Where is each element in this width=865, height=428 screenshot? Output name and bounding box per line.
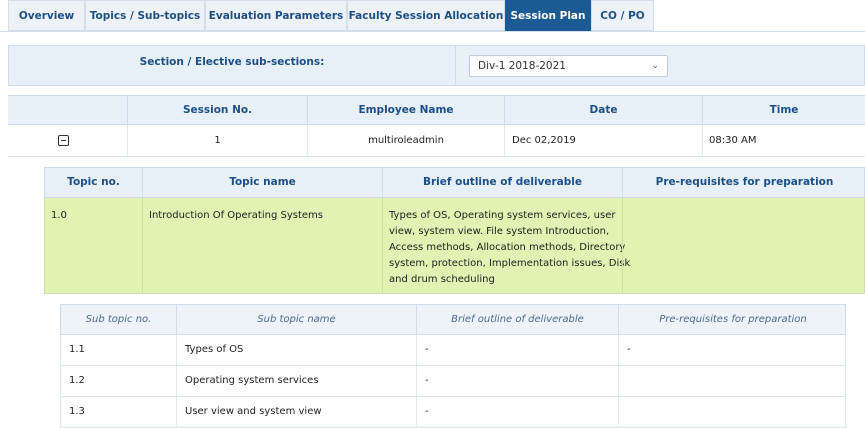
column-subtopic-prereq: Pre-requisites for preparation [618, 305, 847, 334]
subtopic-no-cell: 1.1 [69, 344, 85, 355]
subtopic-prereq-cell [618, 366, 847, 396]
tab-topics-subtopics[interactable]: Topics / Sub-topics [85, 0, 205, 31]
column-employee-name: Employee Name [307, 96, 504, 124]
tab-evaluation-parameters[interactable]: Evaluation Parameters [205, 0, 347, 31]
employee-name-cell: multiroleadmin [307, 125, 504, 156]
session-grid-header: Session No. Employee Name Date Time [8, 95, 865, 125]
column-topic-no: Topic no. [67, 176, 120, 188]
column-prerequisites: Pre-requisites for preparation [622, 168, 865, 197]
tab-bar: Overview Topics / Sub-topics Evaluation … [0, 0, 865, 31]
outline-line: system, protection, Implementation issue… [389, 258, 631, 269]
topic-name-cell: Introduction Of Operating Systems [142, 198, 382, 293]
subtopic-outline-cell: - [416, 397, 618, 427]
tab-faculty-session-allocation[interactable]: Faculty Session Allocation [347, 0, 505, 31]
section-selector-bar: Section / Elective sub-sections: Div-1 2… [8, 45, 865, 86]
section-dropdown[interactable]: Div-1 2018-2021 ⌄ [469, 55, 668, 77]
chevron-down-icon: ⌄ [651, 61, 659, 71]
section-dropdown-value: Div-1 2018-2021 [478, 60, 566, 72]
date-cell: Dec 02,2019 [504, 125, 702, 156]
outline-line: Types of OS, Operating system services, … [389, 210, 616, 221]
column-date: Date [504, 96, 702, 124]
subtopics-table-header: Sub topic no. Sub topic name Brief outli… [60, 304, 846, 335]
column-brief-outline: Brief outline of deliverable [382, 168, 622, 197]
outline-line: Access methods, Allocation methods, Dire… [389, 242, 626, 253]
subtopic-outline-cell: - [416, 335, 618, 365]
topic-outline-cell: Types of OS, Operating system services, … [382, 198, 631, 293]
section-label: Section / Elective sub-sections: [139, 56, 325, 68]
session-row[interactable]: 1 multiroleadmin Dec 02,2019 08:30 AM [8, 125, 865, 157]
column-subtopic-name: Sub topic name [176, 305, 416, 334]
topic-prereq-cell [622, 198, 865, 293]
tab-session-plan[interactable]: Session Plan [505, 0, 591, 31]
column-session-no: Session No. [127, 96, 307, 124]
tab-co-po[interactable]: CO / PO [591, 0, 654, 31]
subtopic-row[interactable]: 1.3 User view and system view - [60, 397, 846, 428]
subtopic-row[interactable]: 1.2 Operating system services - [60, 366, 846, 397]
column-subtopic-outline: Brief outline of deliverable [416, 305, 618, 334]
subtopic-prereq-cell: - [618, 335, 847, 365]
subtopic-name-cell: Types of OS [176, 335, 416, 365]
topics-table-header: Topic no. Topic name Brief outline of de… [44, 167, 865, 198]
subtopic-outline-cell: - [416, 366, 618, 396]
subtopic-row[interactable]: 1.1 Types of OS - - [60, 335, 846, 366]
session-no-cell: 1 [127, 125, 307, 156]
subtopic-prereq-cell [618, 397, 847, 427]
outline-line: and drum scheduling [389, 274, 495, 285]
outline-line: view, system view. File system Introduct… [389, 226, 610, 237]
minus-square-icon[interactable] [58, 135, 69, 146]
column-time: Time [702, 96, 865, 124]
section-divider [455, 46, 456, 85]
subtopic-name-cell: User view and system view [176, 397, 416, 427]
column-topic-name: Topic name [142, 168, 382, 197]
topic-row[interactable]: 1.0 Introduction Of Operating Systems Ty… [44, 198, 865, 294]
subtopic-name-cell: Operating system services [176, 366, 416, 396]
topic-no-cell: 1.0 [51, 210, 67, 221]
subtopic-no-cell: 1.2 [69, 375, 85, 386]
subtopic-no-cell: 1.3 [69, 406, 85, 417]
tab-overview[interactable]: Overview [8, 0, 85, 31]
tab-underline [0, 31, 865, 32]
column-subtopic-no: Sub topic no. [85, 314, 152, 325]
time-cell: 08:30 AM [702, 125, 865, 156]
